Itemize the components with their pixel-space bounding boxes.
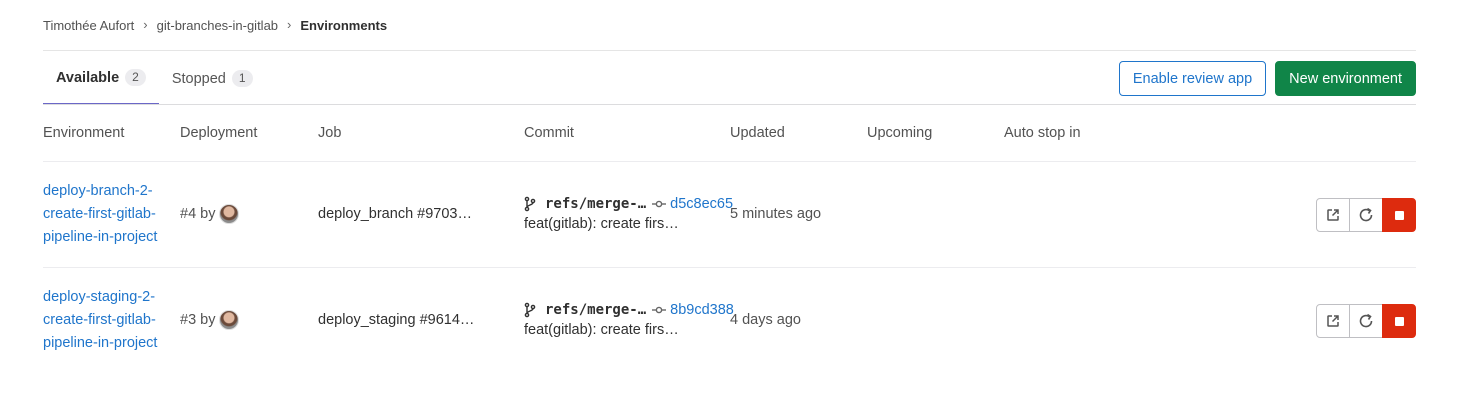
environment-name-link[interactable]: deploy-staging-2- create-first-gitlab- p… [43, 286, 183, 355]
table-row: deploy-branch-2- create-first-gitlab- pi… [43, 162, 1416, 268]
header-commit: Commit [524, 125, 574, 141]
breadcrumb-project[interactable]: git-branches-in-gitlab [157, 18, 278, 33]
open-live-environment-button[interactable] [1316, 198, 1350, 232]
job-link[interactable]: deploy_branch #9703… [318, 206, 472, 222]
environment-name-link[interactable]: deploy-branch-2- create-first-gitlab- pi… [43, 180, 183, 249]
stop-environment-button[interactable] [1382, 198, 1416, 232]
commit-ref[interactable]: refs/merge-… [545, 302, 646, 318]
header-deployment: Deployment [180, 125, 258, 141]
job-link[interactable]: deploy_staging #9614… [318, 312, 474, 328]
environment-name-line: deploy-staging-2- [43, 289, 156, 305]
retry-icon [1359, 207, 1373, 222]
commit-ref[interactable]: refs/merge-… [545, 196, 646, 212]
tab-stopped-label: Stopped [171, 70, 226, 87]
commit-message[interactable]: feat(gitlab): create firs… [524, 322, 734, 338]
avatar[interactable] [219, 310, 240, 330]
environment-tabs: Available 2 Stopped 1 [43, 52, 266, 105]
commit-info: refs/merge-… d5c8ec65 feat(gitlab): crea… [524, 194, 733, 232]
table-row: deploy-staging-2- create-first-gitlab- p… [43, 268, 1416, 374]
open-live-environment-button[interactable] [1316, 304, 1350, 338]
tab-available-count: 2 [125, 69, 146, 86]
breadcrumb-current[interactable]: Environments [300, 18, 387, 33]
row-actions [1316, 198, 1416, 232]
deployment-info: #4 by [180, 204, 240, 224]
commit-sha-link[interactable]: d5c8ec65 [670, 196, 733, 212]
updated-time: 5 minutes ago [730, 206, 822, 222]
commit-icon [652, 306, 667, 314]
deployment-info: #3 by [180, 310, 240, 330]
commit-sha-link[interactable]: 8b9cd388 [670, 302, 734, 318]
breadcrumb: Timothée Aufort › git-branches-in-gitlab… [43, 16, 387, 34]
enable-review-app-button[interactable]: Enable review app [1118, 61, 1267, 96]
commit-info: refs/merge-… 8b9cd388 feat(gitlab): crea… [524, 300, 734, 338]
tab-available-label: Available [56, 69, 120, 86]
stop-environment-button[interactable] [1382, 304, 1416, 338]
branch-icon [524, 196, 536, 212]
new-environment-button[interactable]: New environment [1275, 61, 1416, 96]
header-updated: Updated [730, 125, 785, 141]
breadcrumb-user[interactable]: Timothée Aufort [43, 18, 134, 33]
tab-stopped-count: 1 [231, 70, 253, 87]
commit-icon [652, 200, 667, 208]
tab-available[interactable]: Available 2 [43, 52, 159, 105]
environment-name-line: deploy-branch-2- [43, 183, 153, 199]
commit-message[interactable]: feat(gitlab): create firs… [524, 216, 733, 232]
deployment-number: #3 by [180, 312, 216, 328]
row-actions [1316, 304, 1416, 338]
header-actions: Enable review app New environment [1118, 61, 1416, 96]
avatar[interactable] [219, 204, 240, 224]
divider [43, 50, 1416, 51]
chevron-right-icon: › [143, 16, 148, 32]
branch-icon [524, 302, 536, 318]
tab-stopped[interactable]: Stopped 1 [159, 52, 266, 105]
environment-name-line: create-first-gitlab- [43, 206, 156, 222]
redeploy-button[interactable] [1349, 304, 1383, 338]
deployment-number: #4 by [180, 206, 216, 222]
stop-icon [1394, 210, 1404, 220]
chevron-right-icon: › [287, 16, 292, 32]
updated-time: 4 days ago [730, 312, 801, 328]
header-upcoming: Upcoming [867, 125, 933, 141]
retry-icon [1359, 313, 1373, 328]
environment-name-line: create-first-gitlab- [43, 312, 156, 328]
header-auto-stop: Auto stop in [1004, 125, 1081, 141]
external-link-icon [1327, 315, 1339, 327]
header-job: Job [318, 125, 342, 141]
environment-name-line: pipeline-in-project [43, 229, 158, 245]
environment-name-line: pipeline-in-project [43, 335, 158, 351]
stop-icon [1394, 316, 1404, 326]
header-environment: Environment [43, 125, 125, 141]
table-header: Environment Deployment Job Commit Update… [43, 105, 1416, 162]
redeploy-button[interactable] [1349, 198, 1383, 232]
external-link-icon [1327, 209, 1339, 221]
